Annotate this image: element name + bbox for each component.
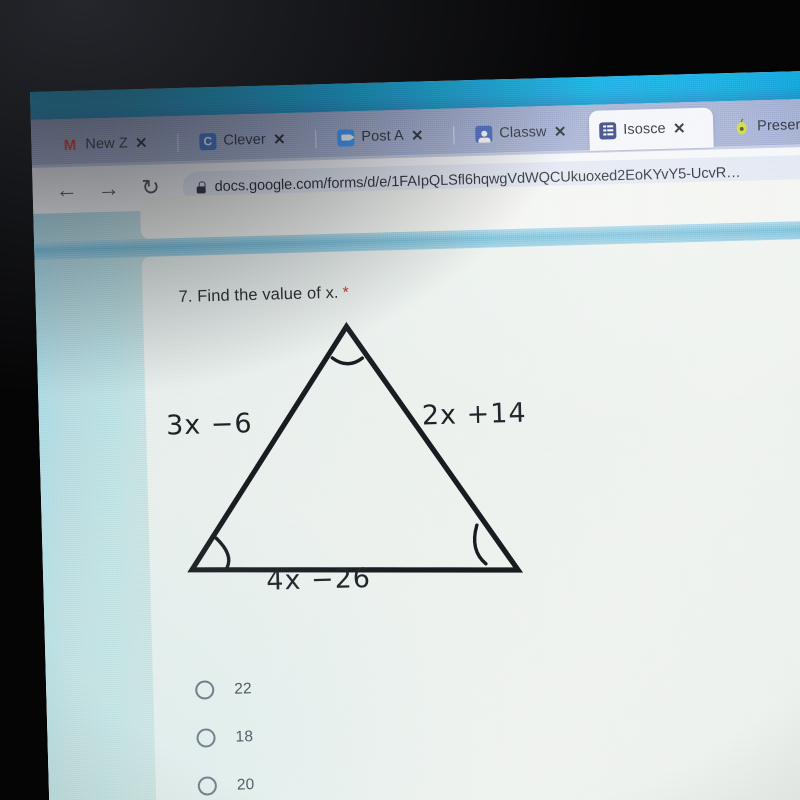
tab-separator: [315, 130, 317, 149]
google-forms-icon: [599, 121, 617, 140]
tab-close-icon[interactable]: ✕: [273, 131, 286, 148]
tab-separator: [177, 134, 179, 153]
forward-icon[interactable]: →: [96, 176, 121, 202]
apex-angle-arc: [330, 356, 365, 366]
question-text: 7. Find the value of x.: [178, 283, 339, 307]
back-icon[interactable]: ←: [54, 177, 79, 203]
radio-button-icon[interactable]: [196, 728, 216, 748]
tab-close-icon[interactable]: ✕: [411, 127, 424, 144]
bottom-side-label: 4x −26: [265, 562, 372, 597]
radio-button-icon[interactable]: [194, 680, 215, 700]
bottom-left-angle-arc: [214, 536, 231, 570]
tab-clever[interactable]: C Clever ✕: [189, 119, 308, 162]
option-18[interactable]: 18: [196, 727, 253, 748]
pear-deck-icon: [733, 118, 750, 135]
tab-classwork[interactable]: Classw ✕: [465, 111, 584, 154]
right-side-label: 2x +14: [421, 397, 528, 432]
lock-icon: [196, 181, 205, 193]
photographed-screen: M New Z ✕ C Clever ✕ Post A ✕ Classw ✕ I…: [0, 0, 800, 800]
option-22[interactable]: 22: [194, 679, 253, 700]
tab-label: Isosce: [623, 120, 666, 138]
google-classroom-icon: [475, 125, 493, 143]
triangle-figure: 3x −6 2x +14 4x −26: [163, 303, 732, 648]
tab-new-z[interactable]: M New Z ✕: [51, 122, 170, 165]
pear-glyph: [736, 118, 747, 135]
tab-label: Post A: [361, 127, 405, 146]
tab-separator: [453, 126, 455, 145]
tab-post-a[interactable]: Post A ✕: [327, 115, 446, 158]
left-side-label: 3x −6: [165, 408, 254, 442]
laptop-screen: M New Z ✕ C Clever ✕ Post A ✕ Classw ✕ I…: [30, 70, 800, 800]
triangle-drawing: [187, 321, 524, 573]
google-forms-page: 7. Find the value of x. * 3x −6 2x +14 4…: [33, 175, 800, 800]
clever-icon: C: [199, 132, 217, 150]
gmail-icon: M: [63, 136, 77, 154]
bottom-right-angle-arc: [472, 523, 488, 566]
tab-isosceles-form[interactable]: Isosce ✕: [588, 107, 714, 151]
tab-label: Classw: [499, 124, 547, 142]
option-label: 22: [233, 679, 253, 698]
tab-close-icon[interactable]: ✕: [135, 134, 148, 151]
option-20[interactable]: 20: [197, 775, 255, 796]
tab-presentation[interactable]: Preser ✕: [723, 104, 800, 147]
radio-button-icon[interactable]: [197, 776, 218, 796]
tab-close-icon[interactable]: ✕: [673, 120, 686, 137]
tab-label: Clever: [223, 131, 267, 149]
option-label: 20: [236, 775, 255, 794]
option-label: 18: [235, 727, 254, 746]
question-card: 7. Find the value of x. * 3x −6 2x +14 4…: [141, 235, 800, 800]
triangle-outline: [187, 321, 524, 573]
zoom-icon: [337, 128, 355, 147]
tab-label: Preser: [756, 117, 800, 135]
tab-close-icon[interactable]: ✕: [553, 123, 567, 140]
required-asterisk: *: [342, 284, 350, 302]
tab-label: New Z: [85, 135, 129, 153]
question-title: 7. Find the value of x. *: [178, 283, 349, 307]
